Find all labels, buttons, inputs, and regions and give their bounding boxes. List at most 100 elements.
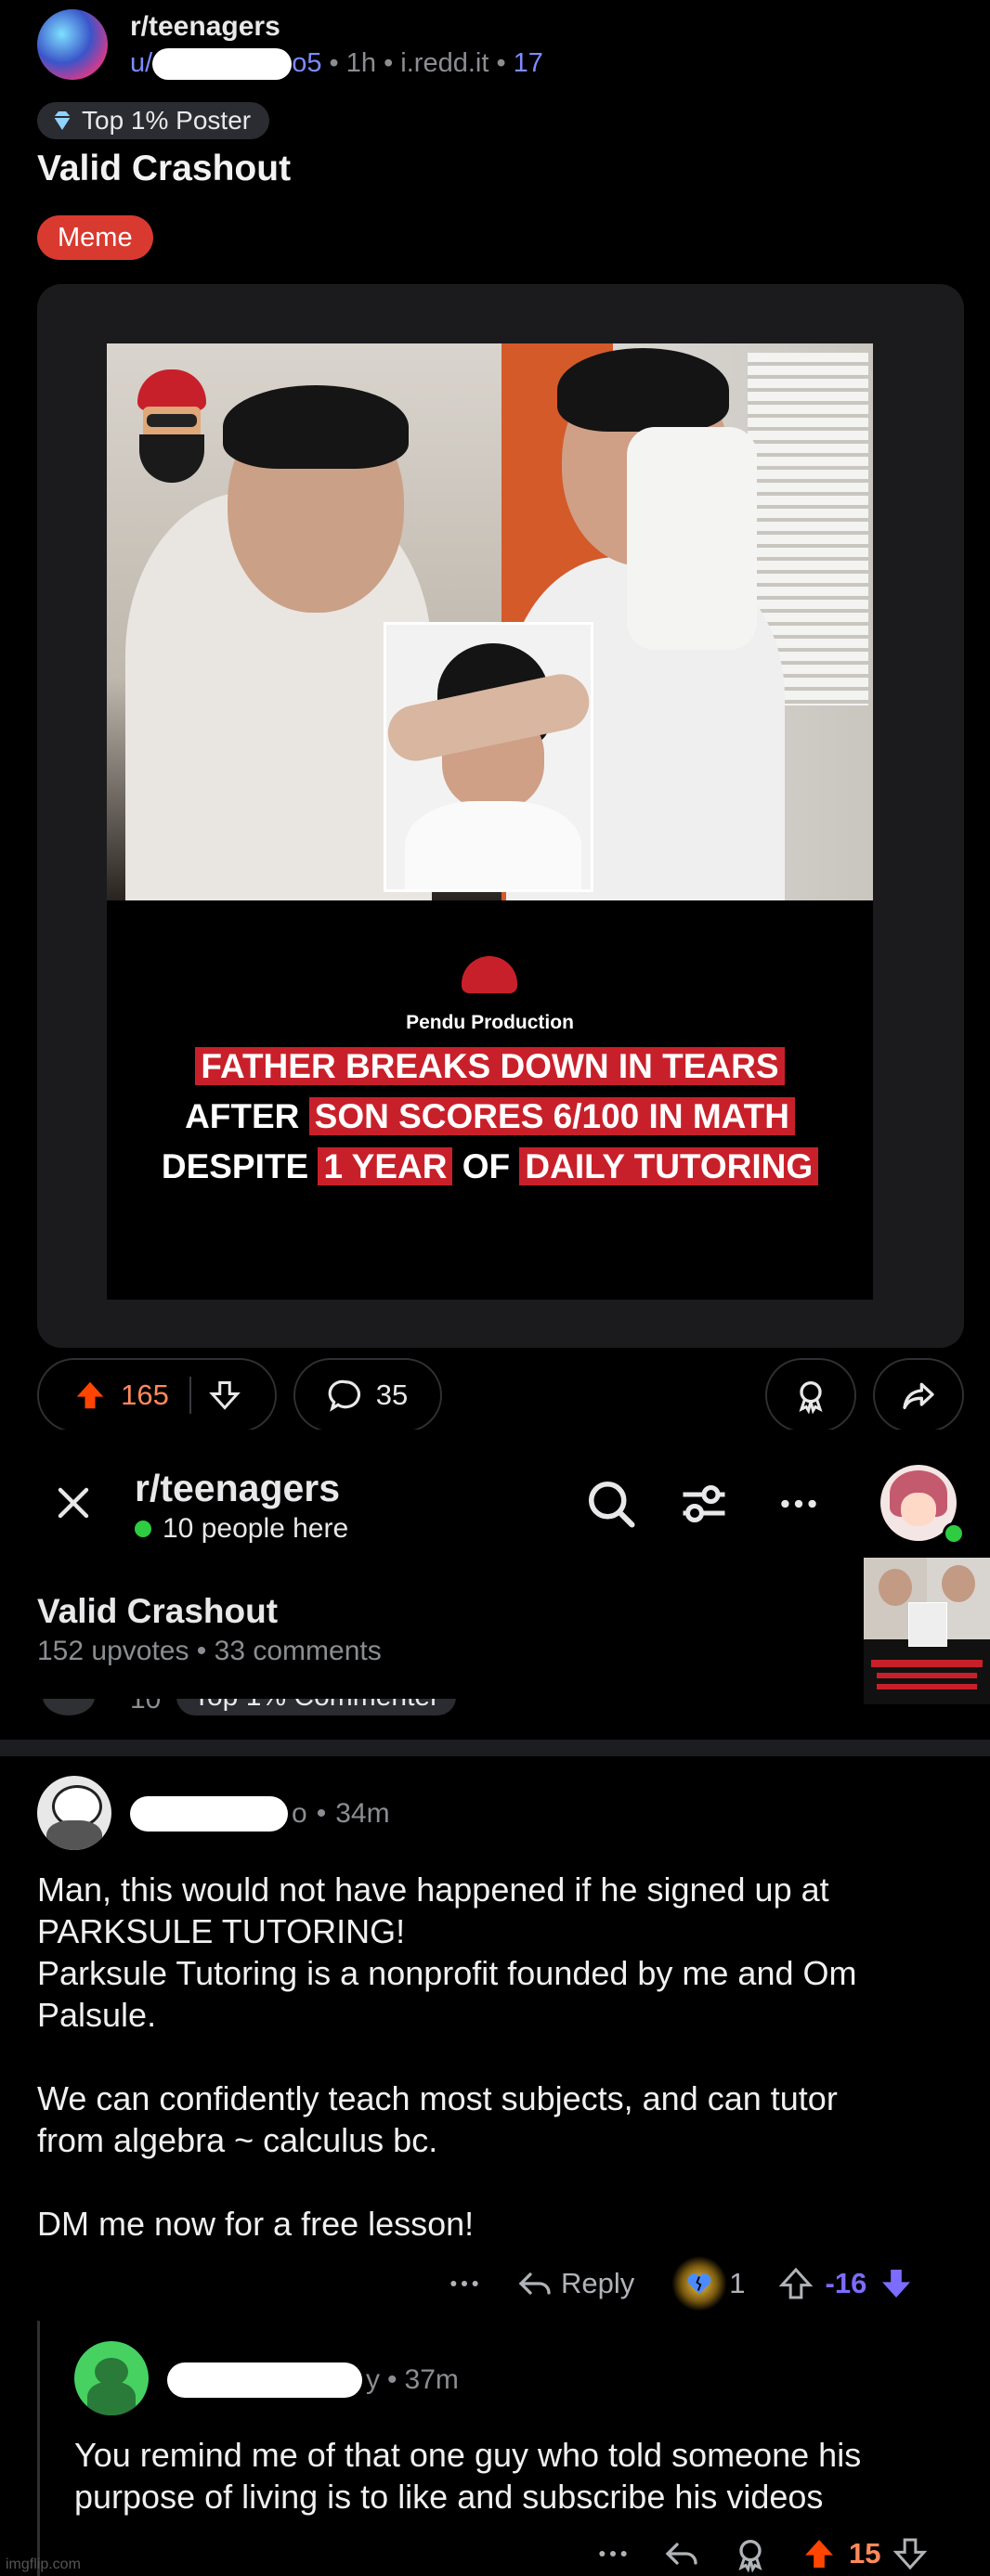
section-divider bbox=[0, 1740, 990, 1756]
comment1-meta: o • 34m bbox=[130, 1796, 390, 1832]
post-thumbnail[interactable] bbox=[864, 1558, 990, 1704]
post-title[interactable]: Valid Crashout bbox=[37, 149, 291, 189]
comment1-age: 34m bbox=[335, 1798, 390, 1829]
caption-line1: FATHER BREAKS DOWN IN TEARS bbox=[195, 1047, 785, 1085]
caption-line3c: OF bbox=[452, 1147, 520, 1185]
upvote-icon[interactable] bbox=[72, 1378, 108, 1413]
redacted-username bbox=[152, 48, 293, 81]
online-dot bbox=[135, 1521, 151, 1537]
pendu-logo bbox=[130, 369, 214, 490]
comment1-score: -16 bbox=[825, 2267, 867, 2299]
comment-bubble-icon bbox=[328, 1379, 360, 1412]
view-count: 17 bbox=[513, 48, 543, 78]
award-button[interactable] bbox=[765, 1358, 856, 1432]
downvote-icon[interactable] bbox=[208, 1379, 241, 1412]
comment1-body: Man, this would not have happened if he … bbox=[37, 1869, 966, 2245]
user-flair: Top 1% Poster bbox=[37, 102, 270, 139]
more-icon[interactable] bbox=[446, 2265, 483, 2302]
comment-line: Palsule. bbox=[37, 1996, 157, 2034]
towel bbox=[627, 427, 757, 650]
upvote-icon[interactable] bbox=[777, 2265, 814, 2302]
post-score: 165 bbox=[121, 1379, 169, 1411]
comment-line: Man, this would not have happened if he … bbox=[37, 1871, 829, 1909]
caption-line2a: AFTER bbox=[185, 1097, 309, 1135]
award-icon[interactable] bbox=[732, 2535, 769, 2572]
author-suffix[interactable]: o5 bbox=[292, 48, 321, 78]
downvote-icon[interactable] bbox=[878, 2265, 915, 2302]
comment-line: DM me now for a free lesson! bbox=[37, 2205, 475, 2243]
caption-line3b: 1 YEAR bbox=[318, 1147, 453, 1185]
reply-icon[interactable] bbox=[663, 2535, 700, 2572]
more-icon[interactable] bbox=[594, 2535, 632, 2572]
caption-line2b: SON SCORES 6/100 IN MATH bbox=[308, 1097, 795, 1135]
caption-line3d: DAILY TUTORING bbox=[519, 1147, 819, 1185]
post-meta: u/o5 • 1h • i.redd.it • 17 bbox=[130, 48, 543, 81]
sheet-post-stats: 152 upvotes • 33 comments bbox=[37, 1636, 382, 1666]
caption-line3a: DESPITE bbox=[161, 1147, 319, 1185]
award-icon bbox=[799, 1381, 823, 1414]
comment-line: We can confidently teach most subjects, … bbox=[37, 2079, 838, 2117]
son-hair bbox=[557, 348, 729, 432]
comment-line: from algebra ~ calculus bc. bbox=[37, 2121, 438, 2159]
more-options-button[interactable] bbox=[775, 1476, 822, 1536]
subreddit-name[interactable]: r/teenagers bbox=[130, 11, 280, 43]
redacted-username bbox=[130, 1796, 288, 1832]
watermark-text: Pendu Production bbox=[406, 1012, 574, 1033]
comment2-meta: y • 37m bbox=[167, 2362, 459, 2398]
user-flair-label: Top 1% Poster bbox=[82, 106, 252, 135]
meme-caption: FATHER BREAKS DOWN IN TEARS AFTER SON SC… bbox=[107, 1042, 873, 1192]
sliders-icon bbox=[683, 1485, 725, 1522]
comment-blank-line bbox=[37, 2036, 966, 2078]
diamond-icon bbox=[54, 111, 71, 130]
comment-line: Parksule Tutoring is a nonprofit founded… bbox=[37, 1954, 857, 1992]
close-icon bbox=[58, 1487, 89, 1519]
author-prefix[interactable]: u/ bbox=[130, 48, 152, 78]
filter-button[interactable] bbox=[676, 1476, 732, 1536]
sheet-post-title[interactable]: Valid Crashout bbox=[37, 1592, 278, 1631]
vote-pill: 165 bbox=[37, 1358, 277, 1432]
comment2-user-suffix[interactable]: y bbox=[366, 2364, 380, 2396]
reply-button[interactable]: Reply bbox=[516, 2265, 634, 2302]
watermark: imgflip.com bbox=[6, 2557, 81, 2572]
award-count: 1 bbox=[729, 2267, 746, 2299]
inset-photo bbox=[384, 622, 593, 892]
comment-line: PARKSULE TUTORING! bbox=[37, 1912, 406, 1950]
comment2-actions: 15 bbox=[594, 2532, 929, 2575]
post-domain[interactable]: i.redd.it bbox=[400, 48, 488, 78]
sheet-subreddit[interactable]: r/teenagers bbox=[135, 1467, 340, 1510]
avatar-online-dot bbox=[943, 1522, 965, 1545]
comment2-score: 15 bbox=[849, 2537, 881, 2570]
post-flair-tag[interactable]: Meme bbox=[37, 215, 153, 260]
comments-button[interactable]: 35 bbox=[293, 1358, 442, 1432]
share-icon bbox=[903, 1382, 934, 1409]
comment-line: purpose of living is to like and subscri… bbox=[74, 2478, 824, 2516]
comment-line: You remind me of that one guy who told s… bbox=[74, 2436, 862, 2474]
online-count: 10 people here bbox=[163, 1513, 349, 1544]
post-age: 1h bbox=[345, 48, 376, 78]
upvote-icon[interactable] bbox=[801, 2535, 838, 2572]
comment2-age: 37m bbox=[404, 2364, 459, 2395]
comment-blank-line bbox=[37, 2161, 966, 2203]
search-button[interactable] bbox=[583, 1476, 639, 1536]
close-button[interactable] bbox=[51, 1481, 96, 1530]
reply-avatar[interactable] bbox=[74, 2341, 149, 2415]
ellipsis-icon bbox=[781, 1499, 816, 1508]
comment1-user-suffix[interactable]: o bbox=[292, 1798, 307, 1830]
share-button[interactable] bbox=[873, 1358, 964, 1432]
redacted-username bbox=[167, 2362, 362, 2398]
broken-heart-award-icon bbox=[671, 2256, 728, 2311]
comment2-body: You remind me of that one guy who told s… bbox=[74, 2434, 975, 2518]
meme-image[interactable]: Pendu Production FATHER BREAKS DOWN IN T… bbox=[107, 343, 873, 1300]
comment-count: 35 bbox=[375, 1379, 409, 1411]
peek-number: 10 bbox=[130, 1699, 162, 1715]
father-hair bbox=[223, 385, 409, 469]
peek-flair: Top 1% Commenter bbox=[176, 1699, 457, 1715]
search-icon bbox=[589, 1482, 635, 1528]
thread-line bbox=[37, 2321, 40, 2576]
subreddit-avatar[interactable] bbox=[37, 9, 108, 80]
award-badge[interactable]: 1 bbox=[671, 2256, 746, 2311]
downvote-icon[interactable] bbox=[892, 2535, 929, 2572]
reply-icon bbox=[518, 2272, 551, 2295]
comment1-actions: Reply 1 -16 bbox=[446, 2256, 915, 2311]
commenter-avatar[interactable] bbox=[37, 1776, 111, 1850]
